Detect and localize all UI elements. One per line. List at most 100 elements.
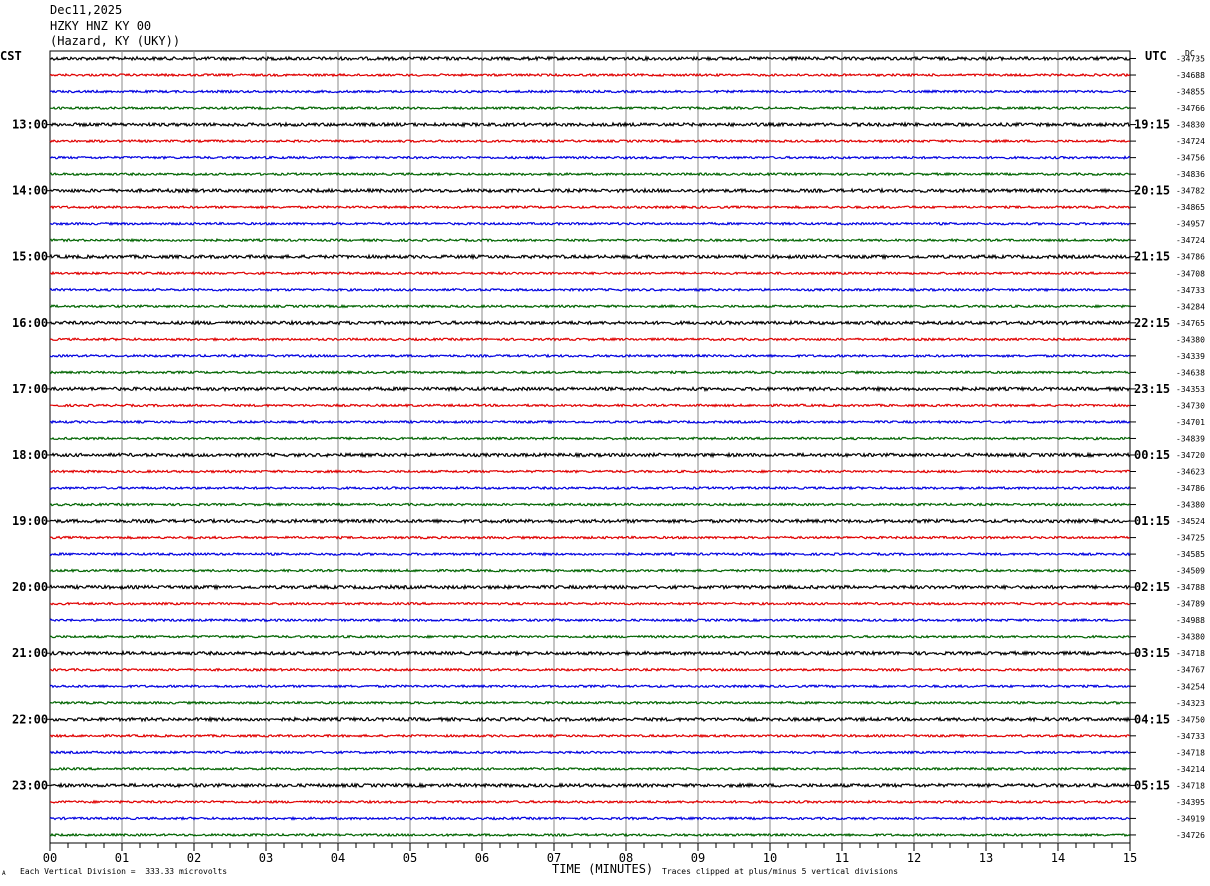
seismic-trace bbox=[49, 385, 1131, 393]
x-tick-label: 02 bbox=[187, 851, 201, 865]
utc-hour-label: 04:15 bbox=[1134, 712, 1170, 726]
x-axis-title: TIME (MINUTES) bbox=[552, 862, 654, 876]
seismic-trace bbox=[49, 683, 1131, 689]
dc-offset-label: -34865 bbox=[1176, 203, 1205, 212]
utc-hour-label: 22:15 bbox=[1134, 316, 1170, 330]
utc-hour-label: 01:15 bbox=[1134, 514, 1170, 528]
dc-offset-label: -34380 bbox=[1176, 633, 1205, 642]
seismic-trace bbox=[49, 649, 1131, 657]
cst-hour-label: 18:00 bbox=[12, 448, 48, 462]
dc-offset-label: -34339 bbox=[1176, 352, 1205, 361]
seismic-trace bbox=[49, 336, 1131, 342]
seismic-trace bbox=[49, 568, 1131, 574]
utc-hour-label: 00:15 bbox=[1134, 448, 1170, 462]
utc-hour-label: 20:15 bbox=[1134, 184, 1170, 198]
dc-offset-label: -34353 bbox=[1176, 385, 1205, 394]
scale-note: Each Vertical Division = 333.33 microvol… bbox=[20, 867, 228, 876]
x-tick-label: 00 bbox=[43, 851, 57, 865]
seismic-trace bbox=[49, 353, 1131, 359]
dc-offset-label: -34767 bbox=[1176, 666, 1205, 675]
seismic-trace bbox=[49, 105, 1131, 111]
dc-offset-label: -34756 bbox=[1176, 154, 1205, 163]
x-tick-label: 06 bbox=[475, 851, 489, 865]
seismic-trace bbox=[50, 799, 1131, 805]
dc-offset-label: -34855 bbox=[1176, 88, 1205, 97]
seismic-trace bbox=[49, 634, 1131, 640]
dc-offset-label: -34726 bbox=[1176, 831, 1205, 840]
seismic-trace bbox=[49, 469, 1131, 474]
dc-offset-label: -34786 bbox=[1176, 484, 1205, 493]
seismic-trace bbox=[49, 750, 1131, 755]
seismic-trace bbox=[49, 303, 1131, 309]
dc-offset-label: -34788 bbox=[1176, 583, 1205, 592]
seismic-trace bbox=[49, 54, 1131, 62]
dc-offset-label: -34380 bbox=[1176, 501, 1205, 510]
dc-offset-label: -34839 bbox=[1176, 434, 1205, 443]
seismic-trace bbox=[49, 138, 1131, 144]
utc-hour-label: 21:15 bbox=[1134, 250, 1170, 264]
cst-hour-label: 19:00 bbox=[12, 514, 48, 528]
seismic-trace bbox=[49, 171, 1131, 177]
dc-offset-label: -34733 bbox=[1176, 732, 1205, 741]
dc-offset-label: -34638 bbox=[1176, 368, 1205, 377]
x-tick-label: 09 bbox=[691, 851, 705, 865]
x-tick-label: 11 bbox=[835, 851, 849, 865]
seismic-trace bbox=[49, 155, 1131, 161]
dc-offset-label: -34766 bbox=[1176, 104, 1205, 113]
cst-hour-label: 16:00 bbox=[12, 316, 48, 330]
dc-offset-label: -34718 bbox=[1176, 781, 1205, 790]
dc-offset-label: -34623 bbox=[1176, 468, 1205, 477]
seismic-trace bbox=[49, 451, 1131, 459]
dc-offset-label: -34724 bbox=[1176, 137, 1205, 146]
corner-mark: A bbox=[2, 870, 6, 877]
cst-hour-label: 23:00 bbox=[12, 778, 48, 792]
dc-offset-label: -34730 bbox=[1176, 401, 1205, 410]
dc-offset-label: -34735 bbox=[1176, 55, 1205, 64]
seismic-trace bbox=[49, 121, 1131, 129]
dc-offset-label: -34524 bbox=[1176, 517, 1205, 526]
seismic-trace bbox=[49, 601, 1131, 606]
seismic-trace bbox=[49, 583, 1131, 591]
dc-offset-label: -34720 bbox=[1176, 451, 1205, 460]
dc-offset-label: -34988 bbox=[1176, 616, 1205, 625]
cst-hour-label: 14:00 bbox=[12, 184, 48, 198]
seismic-trace bbox=[49, 369, 1131, 375]
cst-hour-label: 22:00 bbox=[12, 712, 48, 726]
dc-offset-label: -34214 bbox=[1176, 765, 1205, 774]
dc-offset-label: -34733 bbox=[1176, 286, 1205, 295]
dc-offset-label: -34688 bbox=[1176, 71, 1205, 80]
dc-offset-label: -34284 bbox=[1176, 302, 1205, 311]
seismic-trace bbox=[49, 502, 1131, 507]
x-tick-label: 14 bbox=[1051, 851, 1065, 865]
seismic-trace bbox=[49, 782, 1131, 789]
dc-offset-label: -34786 bbox=[1176, 253, 1205, 262]
utc-hour-label: 05:15 bbox=[1134, 778, 1170, 792]
dc-offset-label: -34957 bbox=[1176, 220, 1205, 229]
clip-note: Traces clipped at plus/minus 5 vertical … bbox=[662, 867, 899, 876]
seismic-trace bbox=[49, 237, 1131, 243]
dc-offset-label: -34782 bbox=[1176, 187, 1205, 196]
dc-offset-label: -34509 bbox=[1176, 567, 1205, 576]
dc-offset-label: -34701 bbox=[1176, 418, 1205, 427]
cst-hour-label: 20:00 bbox=[12, 580, 48, 594]
x-tick-label: 12 bbox=[907, 851, 921, 865]
seismic-trace bbox=[49, 253, 1131, 261]
utc-hour-label: 02:15 bbox=[1134, 580, 1170, 594]
seismic-trace bbox=[49, 715, 1131, 723]
seismic-trace bbox=[49, 816, 1131, 821]
seismic-trace bbox=[49, 667, 1131, 673]
seismic-trace bbox=[49, 319, 1131, 327]
dc-offset-label: -34836 bbox=[1176, 170, 1205, 179]
x-tick-label: 10 bbox=[763, 851, 777, 865]
helicorder-plot: -34735 -34688 -34855 -34766 -34830 -34724 -347… bbox=[12, 50, 1205, 865]
dc-offset-label: -34323 bbox=[1176, 699, 1205, 708]
dc-offset-label: -34830 bbox=[1176, 121, 1205, 130]
dc-offset-label: -34254 bbox=[1176, 682, 1205, 691]
seismic-trace bbox=[49, 485, 1131, 491]
seismic-trace bbox=[49, 733, 1131, 739]
plot-frame bbox=[49, 50, 1131, 844]
dc-offset-label: -34708 bbox=[1176, 269, 1205, 278]
cst-hour-label: 13:00 bbox=[12, 118, 48, 132]
seismic-trace bbox=[49, 700, 1131, 706]
dc-offset-label: -34724 bbox=[1176, 236, 1205, 245]
